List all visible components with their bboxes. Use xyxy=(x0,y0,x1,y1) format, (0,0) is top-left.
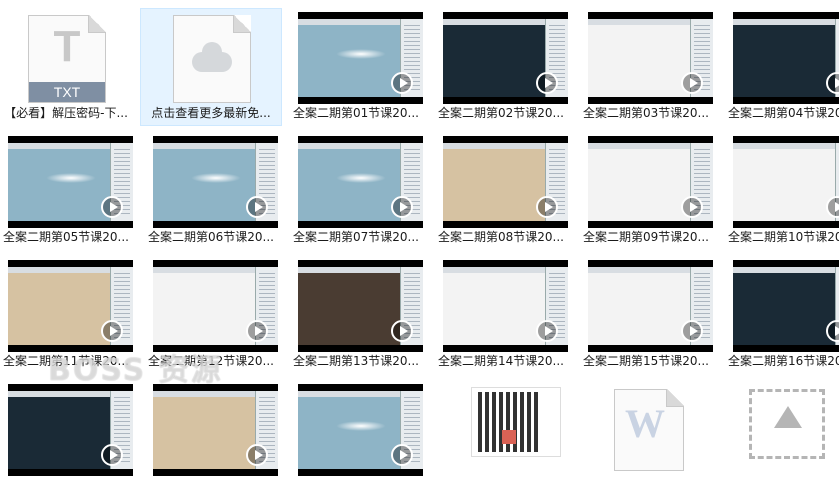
frame-title-glow xyxy=(191,173,241,183)
video-frame xyxy=(733,19,839,97)
video-thumbnail xyxy=(588,136,713,228)
play-icon xyxy=(391,196,413,218)
play-icon xyxy=(246,320,268,342)
file-name-label: 全案二期第02节课20... xyxy=(438,106,564,120)
file-item[interactable]: 全案二期第12节课20... xyxy=(140,256,282,374)
play-icon xyxy=(681,196,703,218)
file-name-label: 全案二期第12节课20... xyxy=(148,354,274,368)
play-icon xyxy=(246,444,268,466)
file-extension-label: TXT xyxy=(29,82,105,102)
file-name-label: 全案二期第03节课20... xyxy=(583,106,709,120)
file-item[interactable] xyxy=(720,380,839,498)
file-item[interactable]: 全案二期第13节课20... xyxy=(285,256,427,374)
file-item[interactable]: 全案二期第06节课20... xyxy=(140,132,282,250)
video-thumbnail xyxy=(298,384,423,476)
file-name-label: 全案二期第08节课20... xyxy=(438,230,564,244)
text-file-icon: T TXT xyxy=(28,15,106,103)
file-item[interactable]: W xyxy=(575,380,717,498)
video-thumbnail xyxy=(443,260,568,352)
file-item[interactable]: 全案二期第11节课20... xyxy=(0,256,137,374)
file-name-label: 全案二期第04节课20... xyxy=(728,106,839,120)
file-name-label: 全案二期第13节课20... xyxy=(293,354,419,368)
play-icon xyxy=(391,444,413,466)
file-item[interactable] xyxy=(140,380,282,498)
video-thumbnail xyxy=(298,12,423,104)
word-glyph: W xyxy=(625,401,665,446)
qr-code-pattern xyxy=(478,392,538,452)
file-item[interactable] xyxy=(285,380,427,498)
play-icon xyxy=(681,72,703,94)
video-thumbnail xyxy=(8,384,133,476)
play-icon xyxy=(101,320,123,342)
video-frame xyxy=(733,267,839,345)
play-icon xyxy=(391,72,413,94)
file-item[interactable] xyxy=(430,380,572,498)
video-thumbnail xyxy=(733,12,839,104)
cloud-icon xyxy=(192,42,232,72)
play-icon xyxy=(681,320,703,342)
play-icon xyxy=(101,444,123,466)
video-thumbnail xyxy=(443,136,568,228)
video-thumbnail xyxy=(153,384,278,476)
file-name-label: 全案二期第15节课20... xyxy=(583,354,709,368)
upload-arrow-icon xyxy=(749,389,825,459)
file-item[interactable]: 全案二期第14节课20... xyxy=(430,256,572,374)
file-item[interactable]: 全案二期第10节课20... xyxy=(720,132,839,250)
file-item[interactable] xyxy=(0,380,137,498)
file-item[interactable]: 全案二期第05节课20... xyxy=(0,132,137,250)
video-thumbnail xyxy=(153,260,278,352)
video-thumbnail xyxy=(298,136,423,228)
file-name-label: 全案二期第05节课20... xyxy=(3,230,129,244)
video-thumbnail xyxy=(8,136,133,228)
video-thumbnail xyxy=(8,260,133,352)
file-item[interactable]: 全案二期第01节课20... xyxy=(285,8,427,126)
video-thumbnail xyxy=(443,12,568,104)
play-icon xyxy=(536,320,558,342)
file-name-label: 全案二期第14节课20... xyxy=(438,354,564,368)
file-item[interactable]: 全案二期第03节课20... xyxy=(575,8,717,126)
frame-toolbar xyxy=(733,19,839,25)
file-name-label: 全案二期第01节课20... xyxy=(293,106,419,120)
file-item[interactable]: 全案二期第07节课20... xyxy=(285,132,427,250)
video-thumbnail xyxy=(733,136,839,228)
frame-toolbar xyxy=(733,143,839,149)
file-item[interactable]: 全案二期第04节课20... xyxy=(720,8,839,126)
file-name-label: 【必看】解压密码-下... xyxy=(4,106,128,120)
video-thumbnail xyxy=(153,136,278,228)
frame-title-glow xyxy=(46,173,96,183)
play-icon xyxy=(246,196,268,218)
file-grid: T TXT 【必看】解压密码-下... 点击查看更多最新免... 全案二期第01节课20… xyxy=(0,0,839,476)
video-thumbnail xyxy=(588,260,713,352)
frame-toolbar xyxy=(733,267,839,273)
file-item[interactable]: 全案二期第08节课20... xyxy=(430,132,572,250)
frame-title-glow xyxy=(336,173,386,183)
frame-title-glow xyxy=(336,49,386,59)
file-name-label: 全案二期第07节课20... xyxy=(293,230,419,244)
file-name-label: 点击查看更多最新免... xyxy=(151,106,271,120)
video-thumbnail xyxy=(588,12,713,104)
file-item[interactable]: 全案二期第16节课20... xyxy=(720,256,839,374)
cloud-file-icon xyxy=(173,15,251,103)
file-name-label: 全案二期第09节课20... xyxy=(583,230,709,244)
word-document-icon: W xyxy=(614,389,684,471)
file-name-label: 全案二期第16节课20... xyxy=(728,354,839,368)
file-item[interactable]: 全案二期第15节课20... xyxy=(575,256,717,374)
qr-code-image xyxy=(471,387,561,457)
video-frame xyxy=(733,143,839,221)
play-icon xyxy=(536,72,558,94)
video-thumbnail xyxy=(733,260,839,352)
file-item[interactable]: 全案二期第02节课20... xyxy=(430,8,572,126)
file-name-label: 全案二期第06节课20... xyxy=(148,230,274,244)
play-icon xyxy=(536,196,558,218)
file-item[interactable]: 全案二期第09节课20... xyxy=(575,132,717,250)
file-item[interactable]: T TXT 【必看】解压密码-下... xyxy=(0,8,137,126)
play-icon xyxy=(101,196,123,218)
file-item[interactable]: 点击查看更多最新免... xyxy=(140,8,282,126)
file-name-label: 全案二期第11节课20... xyxy=(3,354,129,368)
file-name-label: 全案二期第10节课20... xyxy=(728,230,839,244)
video-thumbnail xyxy=(298,260,423,352)
play-icon xyxy=(391,320,413,342)
text-file-glyph: T xyxy=(53,22,81,71)
